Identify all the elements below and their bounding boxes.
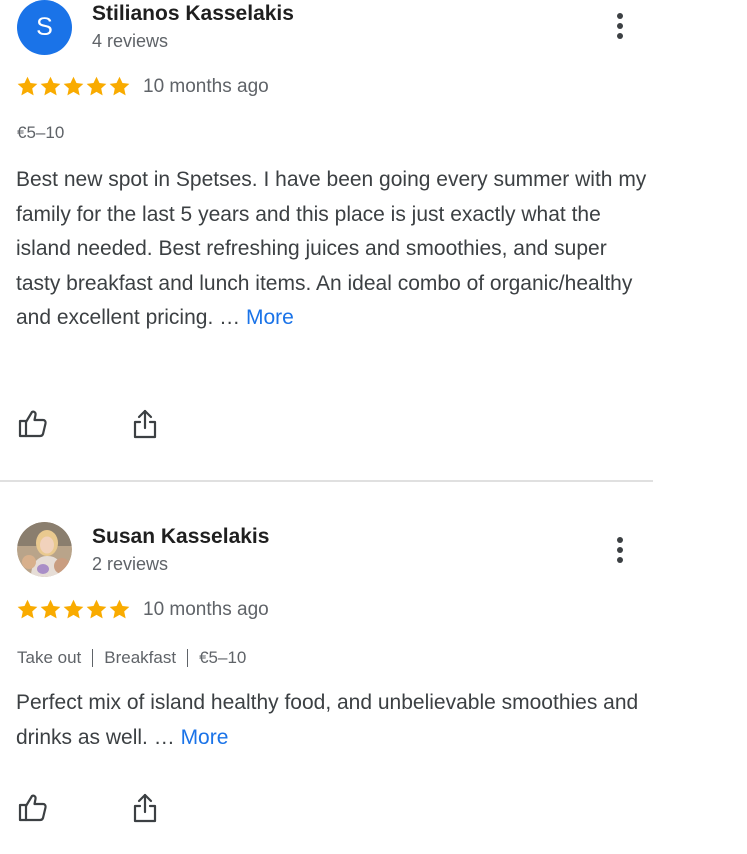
more-vert-icon-dot (617, 557, 623, 563)
star-icon (86, 599, 107, 619)
review-body: Best new spot in Spetses. I have been go… (16, 168, 647, 329)
author-review-count: 2 reviews (92, 554, 169, 574)
star-icon (17, 599, 38, 619)
more-link[interactable]: More (181, 726, 229, 749)
star-icon (109, 599, 130, 619)
share-icon (133, 409, 157, 439)
more-link[interactable]: More (246, 306, 294, 329)
more-vert-icon-dot (617, 23, 623, 29)
meta-separator (187, 649, 189, 667)
star-rating (16, 75, 131, 98)
star-icon (40, 599, 61, 619)
like-button[interactable] (17, 792, 49, 824)
more-options-button[interactable] (607, 9, 633, 43)
share-icon (133, 793, 157, 823)
star-icon (109, 76, 130, 96)
star-rating (16, 598, 131, 621)
rating-row: 10 months ago (16, 598, 269, 621)
more-vert-icon (617, 13, 623, 19)
star-icon (17, 76, 38, 96)
star-icon (63, 599, 84, 619)
avatar[interactable]: S (17, 0, 72, 55)
more-options-button[interactable] (607, 533, 633, 567)
star-icon (40, 76, 61, 96)
review-meta: €5–10 (17, 123, 64, 143)
more-vert-icon-dot (617, 547, 623, 553)
more-vert-icon-dot (617, 33, 623, 39)
rating-row: 10 months ago (16, 75, 269, 98)
avatar-initial: S (17, 0, 72, 55)
thumbs-up-icon (18, 410, 47, 438)
thumbs-up-icon (18, 794, 47, 822)
review-date: 10 months ago (143, 75, 269, 97)
author-name[interactable]: Stilianos Kasselakis (92, 2, 294, 26)
star-icon (63, 76, 84, 96)
review-meta: Take out Breakfast €5–10 (17, 648, 246, 668)
review-text: Perfect mix of island healthy food, and … (16, 686, 651, 755)
author-name[interactable]: Susan Kasselakis (92, 525, 269, 549)
profile-photo (17, 522, 72, 577)
review-text: Best new spot in Spetses. I have been go… (16, 163, 651, 336)
author-review-count: 4 reviews (92, 31, 169, 51)
share-button[interactable] (129, 408, 161, 440)
share-button[interactable] (129, 792, 161, 824)
price-range: €5–10 (199, 648, 247, 667)
like-button[interactable] (17, 408, 49, 440)
more-vert-icon (617, 537, 623, 543)
price-range: €5–10 (17, 123, 65, 142)
review-body: Perfect mix of island healthy food, and … (16, 691, 639, 749)
meta-separator (92, 649, 94, 667)
review-date: 10 months ago (143, 598, 269, 620)
avatar[interactable] (17, 522, 72, 577)
service-option: Take out (17, 648, 82, 667)
review-card: Susan Kasselakis 2 reviews 10 months ago… (0, 482, 660, 854)
review-card: S Stilianos Kasselakis 4 reviews 10 mont… (0, 0, 660, 482)
meal-type: Breakfast (104, 648, 177, 667)
star-icon (86, 76, 107, 96)
